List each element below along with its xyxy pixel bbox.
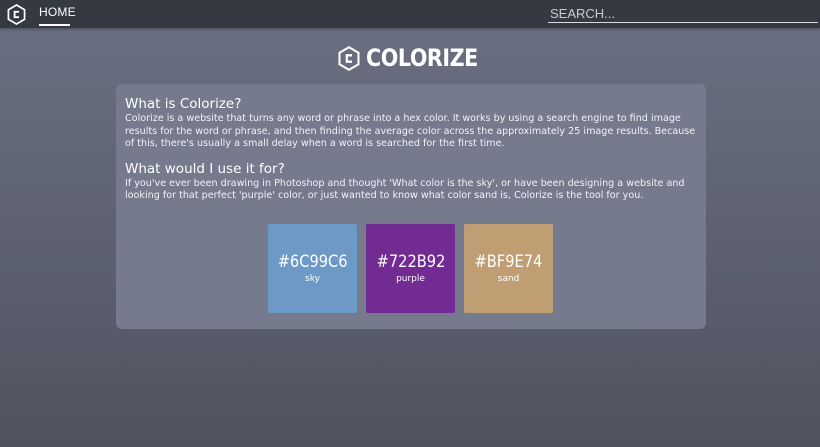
- swatch-sand[interactable]: #BF9E74 sand: [464, 224, 553, 313]
- section-text-use: If you've ever been drawing in Photoshop…: [125, 177, 685, 202]
- swatch-purple[interactable]: #722B92 purple: [366, 224, 455, 313]
- section-text-what: Colorize is a website that turns any wor…: [125, 113, 696, 149]
- swatch-sky[interactable]: #6C99C6 sky: [268, 224, 357, 313]
- page-title: COLORIZE: [365, 44, 478, 72]
- nav-active-indicator: [39, 24, 70, 26]
- swatch-label: sand: [497, 274, 520, 284]
- info-card: What is Colorize? Colorize is a website …: [116, 84, 706, 329]
- search-input[interactable]: [548, 4, 818, 23]
- swatch-hex: #6C99C6: [277, 252, 348, 272]
- hexagon-c-logo-icon: [338, 45, 360, 71]
- nav-home-link[interactable]: HOME: [39, 5, 76, 19]
- swatch-label: sky: [305, 274, 320, 284]
- swatch-label: purple: [396, 274, 425, 284]
- brand-header: COLORIZE: [0, 41, 820, 75]
- swatch-hex: #722B92: [376, 252, 445, 272]
- color-swatches: #6C99C6 sky #722B92 purple #BF9E74 sand: [268, 224, 553, 313]
- section-heading-use: What would I use it for?: [125, 160, 285, 177]
- swatch-hex: #BF9E74: [474, 252, 543, 272]
- hexagon-c-logo-icon[interactable]: [7, 4, 26, 25]
- section-heading-what: What is Colorize?: [125, 96, 242, 112]
- navbar: HOME: [0, 0, 820, 28]
